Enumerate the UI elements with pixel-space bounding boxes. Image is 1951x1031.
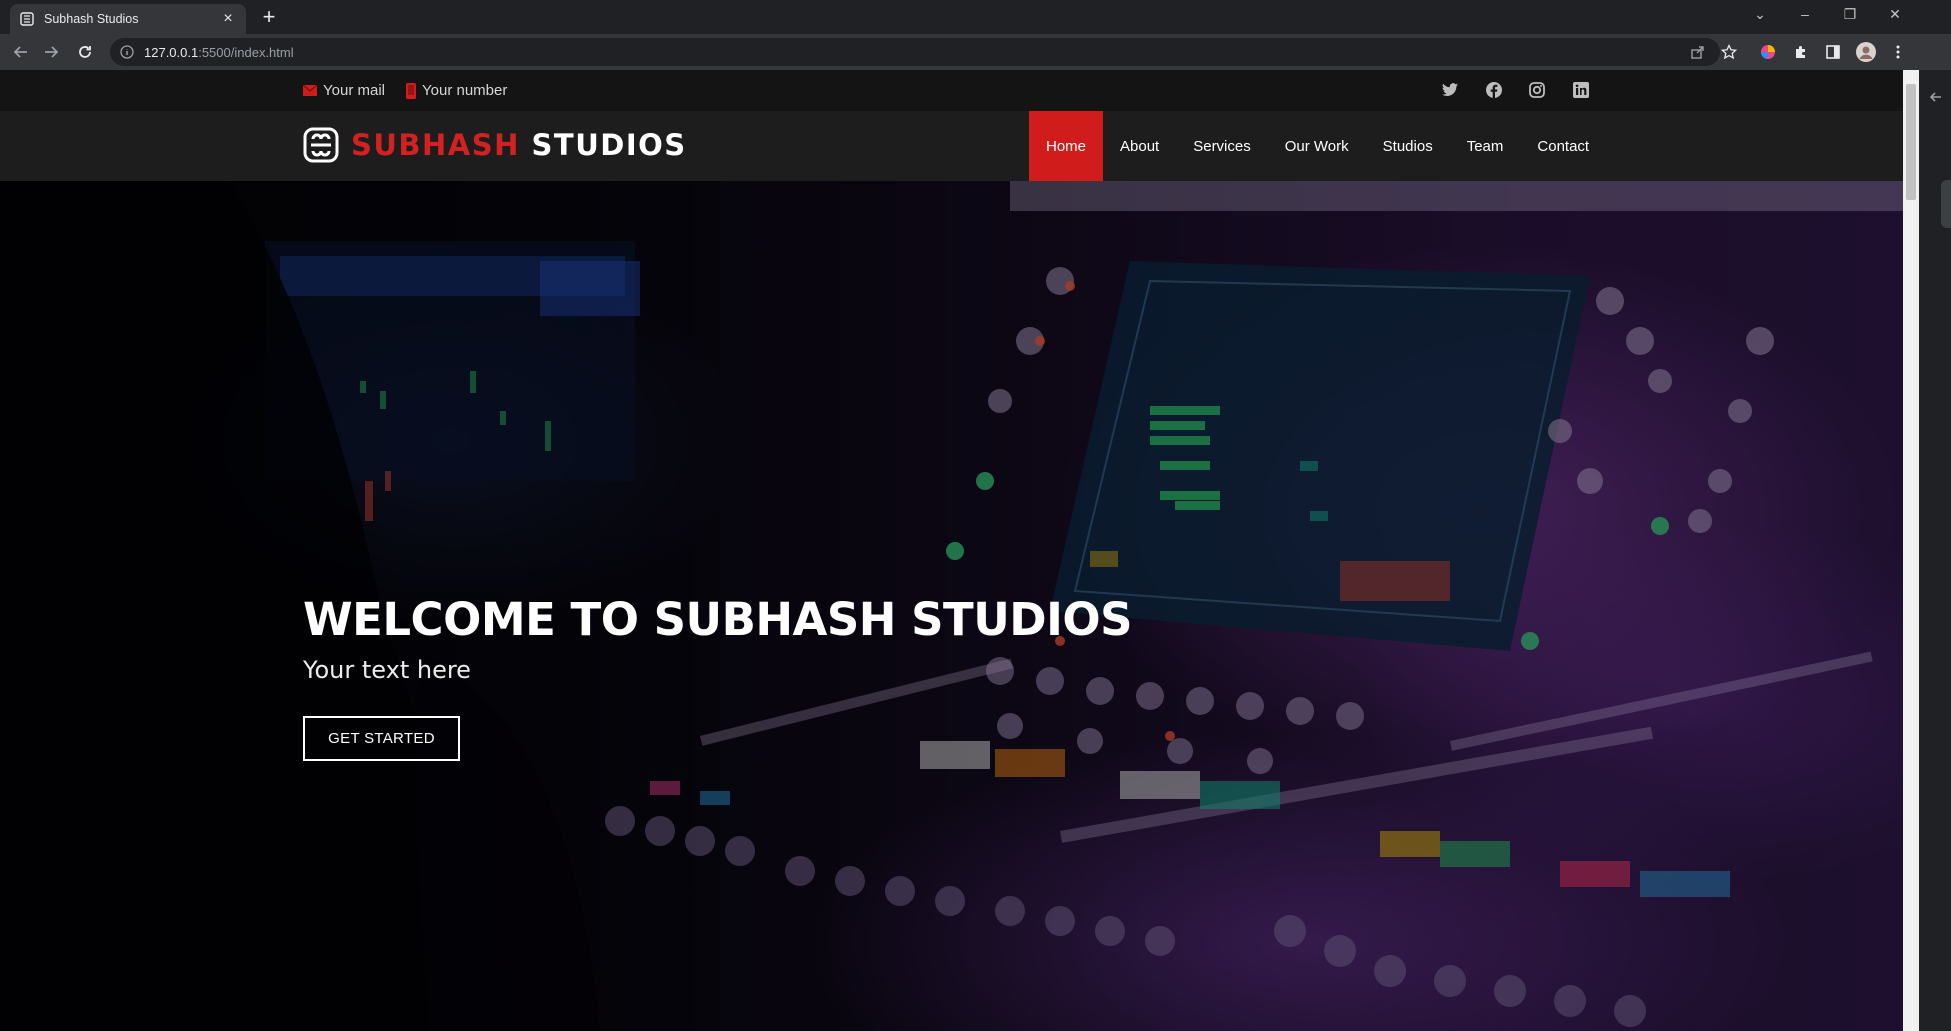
hero-title: WELCOME TO SUBHASH STUDIOS (303, 593, 1133, 646)
main-nav: Home About Services Our Work Studios Tea… (1029, 111, 1606, 181)
restore-window-icon[interactable]: ❐ (1835, 4, 1865, 24)
browser-menu-icon[interactable] (1887, 41, 1909, 63)
nav-item-studios[interactable]: Studios (1366, 111, 1450, 181)
browser-tab[interactable]: Subhash Studios × (10, 4, 246, 34)
arrow-right-icon (45, 46, 59, 58)
studio-logo-favicon-icon (20, 12, 34, 26)
twitter-icon[interactable] (1441, 81, 1459, 99)
logo-text-accent: SUBHASH (351, 128, 520, 162)
close-window-icon[interactable]: ✕ (1880, 4, 1910, 24)
share-icon[interactable] (1687, 41, 1709, 63)
studio-logo-icon (303, 127, 339, 163)
get-started-button[interactable]: GET STARTED (303, 716, 460, 761)
browser-tab-title: Subhash Studios (44, 12, 139, 26)
bookmark-star-icon[interactable] (1718, 41, 1740, 63)
reload-icon (79, 46, 91, 58)
site-info-icon[interactable] (120, 45, 134, 59)
profile-avatar[interactable] (1855, 41, 1877, 63)
phone-icon (406, 82, 416, 99)
phone-contact[interactable]: Your number (406, 82, 507, 99)
facebook-icon[interactable] (1485, 81, 1503, 99)
page-scrollbar[interactable] (1903, 70, 1919, 1031)
nav-item-home[interactable]: Home (1029, 111, 1104, 181)
minimize-window-icon[interactable]: – (1790, 4, 1820, 24)
side-panel-back-icon[interactable] (1925, 86, 1947, 108)
colorful-extension-icon[interactable] (1757, 41, 1779, 63)
nav-item-services[interactable]: Services (1176, 111, 1268, 181)
mail-label: Your mail (323, 82, 385, 99)
side-panel-icon[interactable] (1822, 41, 1844, 63)
browser-tab-bar: Subhash Studios × + ⌄ – ❐ ✕ (0, 0, 1951, 34)
logo-text-rest: STUDIOS (531, 128, 687, 162)
address-bar[interactable]: 127.0.0.1:5500/index.html (110, 38, 1720, 66)
close-tab-icon[interactable]: × (220, 11, 236, 27)
nav-item-about[interactable]: About (1103, 111, 1176, 181)
forward-button[interactable] (40, 41, 62, 63)
new-tab-button[interactable]: + (258, 6, 280, 28)
back-button[interactable] (10, 41, 32, 63)
arrow-left-icon (13, 46, 27, 58)
page-viewport: Your mail Your number SUBHASH STUDIOS Ho… (0, 70, 1903, 1031)
hero-subtitle: Your text here (303, 656, 471, 684)
linkedin-icon[interactable] (1572, 81, 1590, 99)
site-header: SUBHASH STUDIOS Home About Services Our … (0, 111, 1903, 181)
number-label: Your number (422, 82, 508, 99)
site-logo[interactable]: SUBHASH STUDIOS (303, 127, 687, 163)
top-contact-bar: Your mail Your number (0, 70, 1903, 111)
nav-item-contact[interactable]: Contact (1520, 111, 1606, 181)
scrollbar-thumb[interactable] (1906, 84, 1916, 200)
browser-toolbar: 127.0.0.1:5500/index.html (0, 34, 1951, 70)
nav-item-our-work[interactable]: Our Work (1268, 111, 1366, 181)
reload-button[interactable] (74, 41, 96, 63)
nav-item-team[interactable]: Team (1450, 111, 1521, 181)
hero-section: WELCOME TO SUBHASH STUDIOS Your text her… (0, 181, 1903, 1031)
extensions-puzzle-icon[interactable] (1790, 41, 1812, 63)
instagram-icon[interactable] (1528, 81, 1546, 99)
envelope-icon (303, 85, 317, 96)
url-path: :5500/index.html (198, 44, 294, 60)
mail-contact[interactable]: Your mail (303, 82, 385, 99)
tab-search-icon[interactable]: ⌄ (1745, 4, 1775, 24)
side-panel-tab[interactable] (1941, 180, 1951, 228)
url-host: 127.0.0.1 (144, 44, 199, 60)
browser-side-strip (1919, 70, 1951, 1031)
